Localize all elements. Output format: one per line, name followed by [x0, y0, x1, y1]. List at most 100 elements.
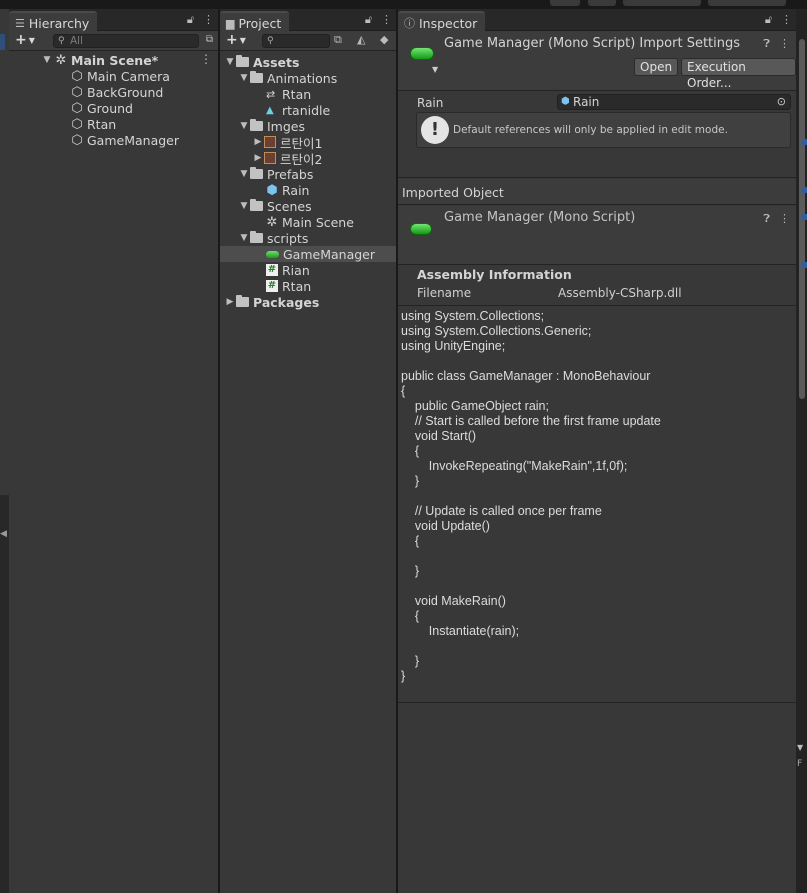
list-item[interactable]: # Rian [220, 262, 396, 278]
list-item[interactable]: ⬢ Rain [220, 182, 396, 198]
scene-visibility-icon[interactable]: ⧉ [206, 34, 213, 45]
collapsed-arrow-icon[interactable]: ▶ [252, 137, 264, 147]
folder-row-scripts[interactable]: ▼ scripts [220, 230, 396, 246]
create-asset-button[interactable]: + ▼ [226, 32, 246, 48]
unity-scene-icon: ✲ [55, 52, 67, 68]
folder-icon [250, 231, 263, 243]
folder-icon [250, 71, 263, 83]
csharp-script-icon: # [266, 264, 278, 276]
kebab-icon[interactable]: ⋮ [381, 13, 392, 27]
toolbar-button-fragment[interactable] [550, 0, 580, 6]
toolbar-button-fragment-2[interactable] [588, 0, 616, 6]
search-by-label-icon[interactable]: ◭ [357, 33, 365, 46]
folder-label: Assets [253, 54, 300, 70]
expand-arrow-icon[interactable]: ▼ [238, 233, 250, 243]
hierarchy-search-input[interactable]: ⚲ All [53, 34, 199, 48]
csharp-script-icon: # [266, 280, 278, 292]
edge-letter: F [797, 759, 803, 769]
create-button[interactable]: + ▼ [15, 32, 35, 48]
expand-arrow-icon[interactable]: ▼ [224, 57, 236, 67]
lock-icon[interactable]: 🔓︎ [365, 13, 372, 27]
folder-row-prefabs[interactable]: ▼ Prefabs [220, 166, 396, 182]
project-search-input[interactable]: ⚲ [262, 34, 330, 48]
folder-label: Imges [267, 118, 306, 134]
chevron-down-icon[interactable]: ▼ [432, 65, 438, 74]
imported-object-panel: Game Manager (Mono Script) ❓︎ ⋮ [398, 206, 796, 265]
open-button[interactable]: Open [634, 58, 679, 76]
tab-inspector[interactable]: ⓘ Inspector [398, 11, 486, 31]
collapsed-arrow-icon[interactable]: ▶ [224, 297, 236, 307]
list-item-label: Rtan [282, 86, 312, 102]
list-item-label: Rian [282, 262, 310, 278]
folder-icon: ▆ [226, 16, 235, 30]
scene-menu-kebab-icon[interactable]: ⋮ [200, 52, 212, 66]
animator-controller-icon: ⇄ [266, 87, 276, 101]
folder-row-packages[interactable]: ▶ Packages [220, 294, 396, 310]
list-item-label: 르탄이2 [280, 151, 323, 167]
list-item[interactable]: ⬡ Ground [9, 100, 218, 116]
list-item[interactable]: ⇄ Rtan [220, 86, 396, 102]
label-tag-icon[interactable]: ◆ [380, 33, 388, 46]
list-item[interactable]: ⬡ Main Camera [9, 68, 218, 84]
expand-arrow-icon[interactable]: ▼ [238, 169, 250, 179]
list-item-selected[interactable]: GameManager [220, 246, 396, 262]
info-icon: ⓘ [404, 17, 415, 30]
layers-dropdown-fragment[interactable] [623, 0, 701, 6]
kebab-icon[interactable]: ⋮ [781, 13, 792, 27]
assembly-information: Assembly Information Filename Assembly-C… [398, 266, 796, 306]
kebab-icon[interactable]: ⋮ [203, 13, 214, 27]
scene-view-strip [0, 9, 9, 495]
object-field-value: Rain [573, 95, 600, 109]
scroll-down-arrow-icon[interactable]: ▼ [797, 743, 803, 752]
expand-arrow-icon[interactable]: ▼ [238, 121, 250, 131]
list-item[interactable]: ✲ Main Scene [220, 214, 396, 230]
expand-arrow-icon[interactable]: ▼ [238, 73, 250, 83]
project-header: ▆ Project 🔓︎ ⋮ [220, 9, 396, 31]
tab-project[interactable]: ▆ Project [220, 11, 290, 31]
lock-icon[interactable]: 🔓︎ [765, 13, 772, 27]
execution-order-button[interactable]: Execution Order... [681, 58, 796, 90]
collapsed-arrow-icon[interactable]: ▶ [252, 153, 264, 163]
folder-row-animations[interactable]: ▼ Animations [220, 70, 396, 86]
lock-icon[interactable]: 🔓︎ [187, 13, 194, 27]
inspector-header: ⓘ Inspector 🔓︎ ⋮ [398, 9, 796, 31]
folder-row-scenes[interactable]: ▼ Scenes [220, 198, 396, 214]
gameobject-cube-icon: ⬡ [71, 68, 83, 84]
object-picker-icon[interactable]: ⊙ [777, 95, 786, 109]
gameobject-cube-icon: ⬡ [71, 132, 83, 148]
layout-dropdown-fragment[interactable] [708, 0, 786, 6]
imported-object-header: Imported Object [398, 179, 796, 205]
tab-inspector-label: Inspector [419, 15, 478, 31]
expand-arrow-icon[interactable]: ▼ [41, 55, 53, 65]
sprite-icon [264, 136, 276, 148]
folder-row-assets[interactable]: ▼ Assets [220, 54, 396, 70]
list-item[interactable]: ▶ 르탄이2 [220, 150, 396, 167]
list-item-label: Main Scene [282, 214, 354, 230]
kebab-icon[interactable]: ⋮ [779, 37, 790, 51]
folder-label: Scenes [267, 198, 312, 214]
scene-row[interactable]: ▼ ✲ Main Scene* ⋮ [9, 52, 218, 68]
list-item[interactable]: ▲ rtanidle [220, 102, 396, 118]
list-item-label: Ground [87, 100, 133, 116]
kebab-icon[interactable]: ⋮ [779, 212, 790, 226]
unity-scene-icon: ✲ [266, 214, 278, 230]
help-message: Default references will only be applied … [453, 124, 728, 136]
expand-arrow-icon[interactable]: ▼ [238, 201, 250, 211]
gameobject-cube-icon: ⬡ [71, 84, 83, 100]
scene-collapse-caret-icon[interactable]: ◀ [0, 529, 7, 541]
list-item-label: BackGround [87, 84, 164, 100]
rain-object-field[interactable]: ⬢ Rain ⊙ [557, 94, 791, 110]
list-item[interactable]: ⬡ BackGround [9, 84, 218, 100]
help-icon[interactable]: ❓︎ [763, 212, 770, 226]
import-settings-title: Game Manager (Mono Script) Import Settin… [444, 36, 741, 51]
project-panel: ▆ Project 🔓︎ ⋮ + ▼ ⚲ ⧉ ◭ ◆ ▼ Assets ▼ Ani… [220, 9, 396, 893]
list-item[interactable]: ⬡ GameManager [9, 132, 218, 148]
help-icon[interactable]: ❓︎ [763, 37, 770, 51]
list-icon: ☰ [15, 16, 25, 30]
list-item[interactable]: ⬡ Rtan [9, 116, 218, 132]
search-by-type-icon[interactable]: ⧉ [334, 33, 342, 47]
folder-icon [236, 295, 249, 307]
tab-hierarchy[interactable]: ☰ Hierarchy [9, 11, 98, 31]
list-item[interactable]: # Rtan [220, 278, 396, 294]
edge-marker [802, 139, 807, 145]
